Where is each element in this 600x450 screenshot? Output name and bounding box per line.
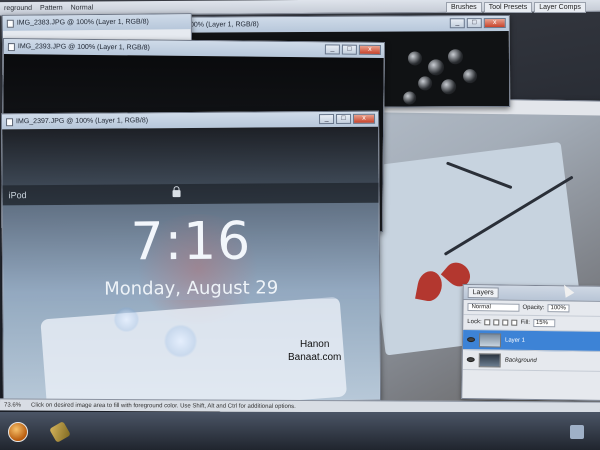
options-pattern-label[interactable]: Pattern	[40, 5, 63, 12]
tab-layer-comps[interactable]: Layer Comps	[534, 1, 586, 13]
watermark: Hanon Banaat.com	[288, 338, 341, 364]
options-mode-label[interactable]: Normal	[71, 4, 94, 11]
lockscreen-time: 7:16	[130, 211, 252, 273]
layer-name: Background	[504, 357, 537, 364]
minimize-button[interactable]: _	[319, 113, 335, 125]
pen-app-icon[interactable]	[49, 421, 71, 443]
close-button[interactable]: x	[358, 44, 381, 55]
layer-thumbnail	[478, 332, 502, 347]
monitor-screen: reground Pattern Normal Brushes Tool Pre…	[0, 0, 600, 450]
fill-field[interactable]: 15%	[532, 318, 556, 328]
maximize-button[interactable]: □	[341, 44, 357, 55]
layer-row-background[interactable]: Background	[462, 349, 600, 373]
lock-label: Lock:	[467, 319, 482, 326]
layer-row-layer-1[interactable]: Layer 1	[462, 329, 600, 353]
lock-transparent-icon[interactable]	[484, 319, 491, 326]
bead	[463, 69, 478, 84]
panel-tabs: Brushes Tool Presets Layer Comps	[446, 0, 586, 14]
window-title: IMG_2397.JPG @ 100% (Layer 1, RGB/8)	[16, 117, 149, 126]
light-glare	[163, 323, 198, 359]
maximize-button[interactable]: □	[466, 18, 482, 29]
bead	[427, 59, 445, 76]
tab-brushes[interactable]: Brushes	[446, 1, 482, 13]
lock-position-icon[interactable]	[502, 319, 509, 326]
light-glare	[113, 306, 140, 333]
eye-icon[interactable]	[466, 357, 475, 363]
ipod-status-bar: iPod	[2, 182, 379, 206]
window-title: IMG_2393.JPG @ 100% (Layer 1, RGB/8)	[17, 43, 150, 52]
bead	[403, 91, 417, 105]
window-controls: _ □ x	[449, 17, 506, 29]
opacity-label: Opacity:	[522, 304, 545, 312]
bead	[407, 51, 423, 66]
maximize-button[interactable]: □	[336, 113, 352, 124]
document-icon	[6, 117, 14, 126]
layer-name: Layer 1	[504, 337, 526, 344]
zoom-readout[interactable]: 73.6%	[4, 402, 21, 408]
tray-icon[interactable]	[570, 425, 584, 439]
eye-icon[interactable]	[466, 337, 476, 343]
layers-panel[interactable]: Layers Normal Opacity: 100% Lock: Fill: …	[461, 283, 600, 402]
start-button[interactable]	[8, 422, 28, 442]
lock-all-icon[interactable]	[511, 319, 518, 326]
lock-pixels-icon[interactable]	[493, 319, 500, 326]
minimize-button[interactable]: _	[324, 44, 340, 55]
lockscreen-date: Monday, August 29	[104, 277, 279, 300]
close-button[interactable]: x	[483, 17, 506, 29]
minimize-button[interactable]: _	[449, 18, 465, 29]
tab-tool-presets[interactable]: Tool Presets	[483, 1, 533, 13]
blend-mode-select[interactable]: Normal	[467, 303, 520, 312]
bead	[418, 76, 433, 91]
watermark-line1: Hanon	[299, 339, 330, 350]
window-title-bar[interactable]: IMG_2383.JPG @ 100% (Layer 1, RGB/8)	[2, 14, 191, 31]
window-title: IMG_2383.JPG @ 100% (Layer 1, RGB/8)	[16, 18, 149, 27]
document-icon	[6, 19, 14, 28]
document-icon	[7, 42, 15, 51]
status-message: Click on desired image area to fill with…	[31, 402, 296, 410]
watermark-line2: Banaat.com	[288, 352, 342, 363]
tab-layers[interactable]: Layers	[467, 286, 499, 298]
bead	[441, 79, 457, 95]
close-button[interactable]: x	[353, 113, 376, 124]
window-controls: _ □ x	[324, 44, 381, 55]
window-controls: _ □ x	[319, 113, 376, 125]
layer-thumbnail	[478, 352, 501, 367]
options-foreground-label[interactable]: reground	[4, 5, 32, 12]
lock-icon	[172, 190, 181, 198]
opacity-field[interactable]: 100%	[547, 304, 570, 313]
device-name: iPod	[8, 190, 27, 201]
fill-label: Fill:	[520, 319, 531, 326]
taskbar	[0, 412, 600, 450]
bead	[447, 49, 464, 65]
